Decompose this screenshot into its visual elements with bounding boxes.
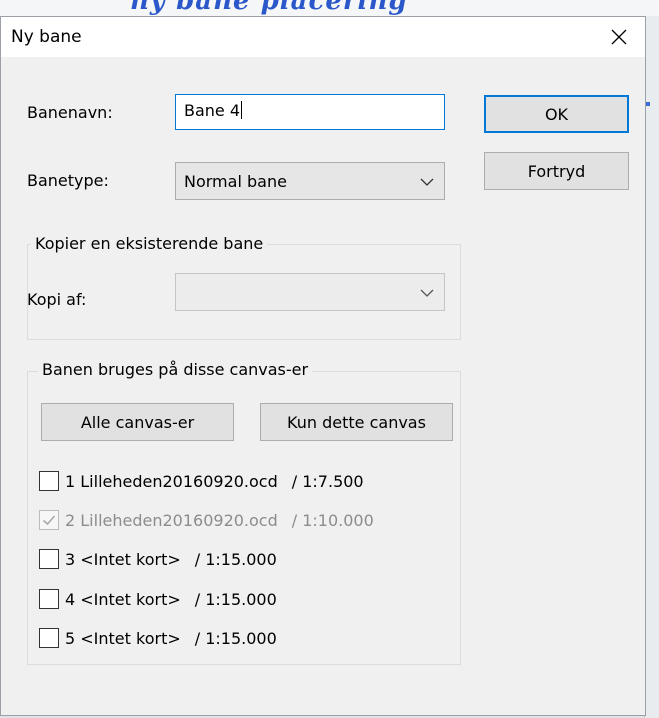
canvas-usage-legend: Banen bruges på disse canvas-er bbox=[38, 360, 313, 379]
course-type-select[interactable]: Normal bane bbox=[175, 162, 445, 200]
text-caret bbox=[241, 101, 243, 119]
checkbox[interactable] bbox=[39, 589, 59, 609]
copy-of-label: Kopi af: bbox=[27, 290, 87, 309]
close-button[interactable] bbox=[601, 21, 637, 53]
canvas-checkbox-row: 2 Lilleheden20160920.ocd / 1:10.000 bbox=[39, 507, 374, 533]
canvas-name: 1 Lilleheden20160920.ocd bbox=[65, 471, 278, 491]
copy-of-select[interactable] bbox=[175, 273, 445, 311]
checkbox bbox=[39, 510, 59, 530]
canvas-name: 4 <Intet kort> bbox=[65, 589, 181, 609]
dialog-title: Ny bane bbox=[11, 27, 82, 47]
canvas-scale: / 1:15.000 bbox=[194, 549, 277, 569]
canvas-name: 2 Lilleheden20160920.ocd bbox=[65, 510, 278, 530]
canvas-name: 3 <Intet kort> bbox=[65, 549, 181, 569]
course-name-value: Bane 4 bbox=[184, 101, 241, 120]
checkbox[interactable] bbox=[39, 471, 59, 491]
canvas-checkbox-row[interactable]: 3 <Intet kort> / 1:15.000 bbox=[39, 546, 277, 572]
canvas-checkbox-row[interactable]: 5 <Intet kort> / 1:15.000 bbox=[39, 625, 277, 651]
check-icon bbox=[42, 515, 56, 526]
canvas-checkbox-row[interactable]: 4 <Intet kort> / 1:15.000 bbox=[39, 586, 277, 612]
cancel-button[interactable]: Fortryd bbox=[484, 152, 629, 190]
new-course-dialog: Ny bane Banenavn: Bane 4 Banetype: Norma… bbox=[0, 16, 646, 716]
background-text-fragment: ny bane placering bbox=[130, 0, 408, 16]
title-bar[interactable]: Ny bane bbox=[1, 17, 645, 57]
canvas-name: 5 <Intet kort> bbox=[65, 628, 181, 648]
course-name-input[interactable]: Bane 4 bbox=[175, 94, 445, 130]
canvas-scale: / 1:15.000 bbox=[194, 628, 277, 648]
checkbox[interactable] bbox=[39, 549, 59, 569]
canvas-scale: / 1:10.000 bbox=[291, 510, 374, 530]
only-this-canvas-button[interactable]: Kun dette canvas bbox=[260, 403, 453, 441]
all-canvases-button[interactable]: Alle canvas-er bbox=[41, 403, 234, 441]
copy-course-legend: Kopier en eksisterende bane bbox=[31, 234, 268, 253]
course-type-value: Normal bane bbox=[184, 172, 287, 191]
chevron-down-icon bbox=[420, 289, 434, 297]
background-window-edge bbox=[644, 16, 659, 718]
ok-button[interactable]: OK bbox=[484, 95, 629, 133]
canvas-scale: / 1:7.500 bbox=[291, 471, 364, 491]
course-name-label: Banenavn: bbox=[27, 103, 113, 122]
background-window-strip: ny bane placering bbox=[0, 0, 659, 16]
chevron-down-icon bbox=[420, 178, 434, 186]
course-type-label: Banetype: bbox=[27, 171, 109, 190]
close-icon bbox=[611, 29, 627, 45]
checkbox[interactable] bbox=[39, 628, 59, 648]
canvas-scale: / 1:15.000 bbox=[194, 589, 277, 609]
canvas-checkbox-row[interactable]: 1 Lilleheden20160920.ocd / 1:7.500 bbox=[39, 468, 364, 494]
